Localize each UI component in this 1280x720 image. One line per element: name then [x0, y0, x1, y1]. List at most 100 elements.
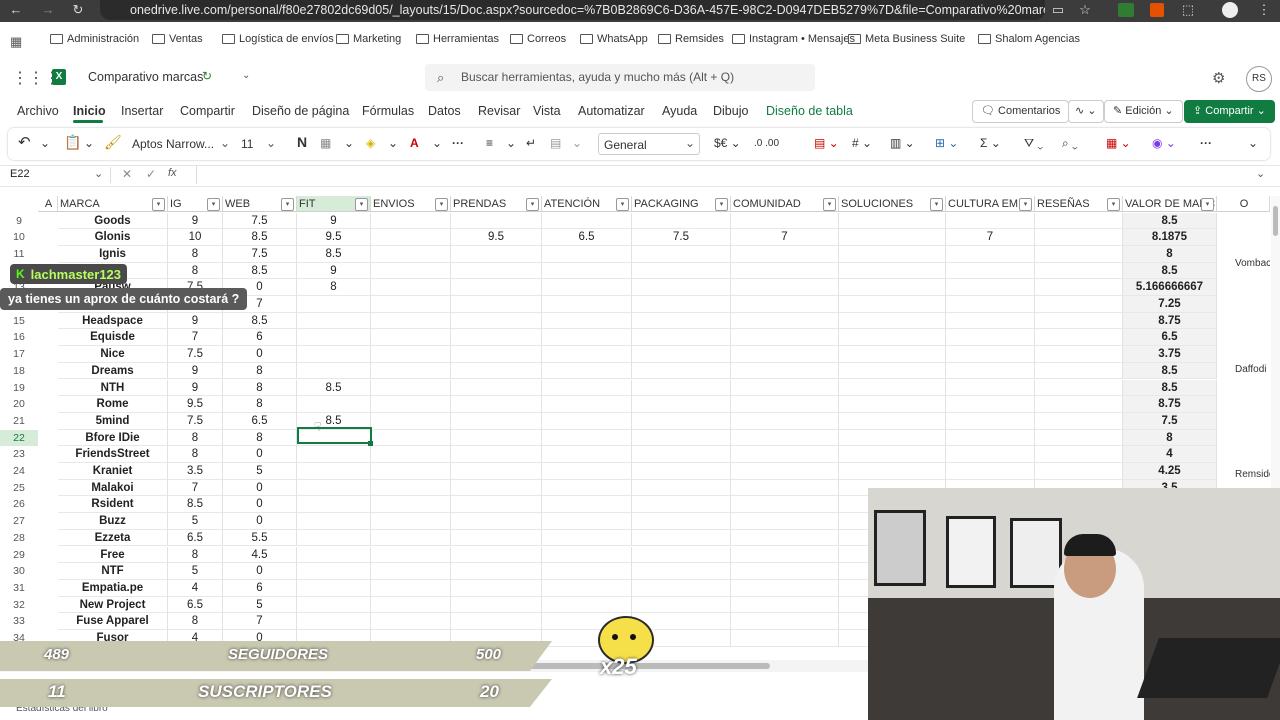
cell-prendas[interactable] — [451, 546, 542, 564]
cell-fit[interactable] — [297, 513, 371, 530]
cell-packaging[interactable] — [632, 362, 731, 380]
column-header-E[interactable]: FIT ▾ — [297, 196, 371, 212]
cell-ig[interactable]: 9 — [168, 212, 223, 230]
cell-envios[interactable] — [371, 613, 451, 630]
settings-gear-icon[interactable]: ⚙ — [1212, 69, 1225, 87]
cell-web[interactable]: 8 — [223, 429, 297, 447]
cell-fit[interactable] — [297, 529, 371, 547]
cell-web[interactable]: 8 — [223, 379, 297, 397]
row-number[interactable]: 29 — [0, 547, 38, 564]
cell-packaging[interactable] — [632, 296, 731, 313]
cell-ig[interactable]: 5 — [168, 513, 223, 530]
row-number[interactable]: 17 — [0, 346, 38, 363]
cell-resenas[interactable] — [1035, 379, 1123, 397]
star-icon[interactable]: ☆ — [1077, 2, 1093, 18]
cell-comunidad[interactable] — [731, 496, 839, 514]
add-ins-icon[interactable]: ▦ ⌄ — [1106, 136, 1131, 150]
decimal-icon[interactable]: .0 .00 — [754, 138, 779, 149]
cell-web[interactable]: 8 — [223, 362, 297, 380]
cell-resenas[interactable] — [1035, 312, 1123, 330]
cell-cultura[interactable] — [946, 346, 1035, 363]
extension-orange-icon[interactable] — [1150, 3, 1164, 17]
column-header-G[interactable]: PRENDAS ▾ — [451, 196, 542, 212]
cell-comunidad[interactable] — [731, 262, 839, 280]
column-header-O[interactable]: O — [1217, 196, 1270, 212]
cell-prendas[interactable] — [451, 245, 542, 263]
more-font-options-icon[interactable]: ··· — [452, 136, 464, 150]
cell-web[interactable]: 4.5 — [223, 546, 297, 564]
filter-dropdown-icon[interactable]: ▾ — [526, 198, 539, 211]
cell-atencion[interactable] — [542, 546, 632, 564]
row-number[interactable]: 16 — [0, 329, 38, 346]
name-box[interactable]: E22 ⌄ — [6, 167, 111, 183]
column-header-N[interactable]: VALOR DE MARC ▾ — [1123, 196, 1217, 212]
forward-icon[interactable]: → — [40, 2, 56, 17]
cell-resenas[interactable] — [1035, 229, 1123, 246]
cell-valor[interactable]: 7.25 — [1123, 296, 1217, 313]
cell-resenas[interactable] — [1035, 296, 1123, 313]
cell-marca[interactable]: Rsident — [58, 496, 168, 514]
conditional-format-icon[interactable]: ▤ ⌄ — [814, 136, 839, 150]
cell-ig[interactable]: 8 — [168, 546, 223, 564]
cell-prendas[interactable] — [451, 379, 542, 397]
cell-fit[interactable] — [297, 496, 371, 514]
cell-atencion[interactable] — [542, 245, 632, 263]
cell-cultura[interactable] — [946, 362, 1035, 380]
cell-marca[interactable]: Headspace — [58, 312, 168, 330]
cell-packaging[interactable] — [632, 279, 731, 296]
cell-web[interactable]: 7.5 — [223, 245, 297, 263]
copilot-icon[interactable]: ◉ ⌄ — [1152, 136, 1176, 150]
cell-marca[interactable]: Equisde — [58, 329, 168, 347]
cell-cultura[interactable] — [946, 446, 1035, 463]
cell-atencion[interactable] — [542, 212, 632, 230]
wrap-text-icon[interactable]: ↵ — [526, 136, 536, 150]
cell-valor[interactable]: 8.5 — [1123, 379, 1217, 397]
cell-soluciones[interactable] — [839, 362, 946, 380]
cell-atencion[interactable] — [542, 429, 632, 447]
cell-soluciones[interactable] — [839, 245, 946, 263]
menu-tab-4[interactable]: Diseño de página — [252, 104, 349, 118]
cell-cultura[interactable] — [946, 212, 1035, 230]
menu-tab-3[interactable]: Compartir — [180, 104, 235, 118]
filter-dropdown-icon[interactable]: ▾ — [715, 198, 728, 211]
cell-envios[interactable] — [371, 412, 451, 430]
back-icon[interactable]: ← — [8, 2, 24, 17]
bookmark-10[interactable]: Shalom Agencias — [978, 33, 1080, 45]
cell-envios[interactable] — [371, 262, 451, 280]
cell-marca[interactable]: Bfore IDie — [58, 429, 168, 447]
filter-dropdown-icon[interactable]: ▾ — [616, 198, 629, 211]
cell-ig[interactable]: 8 — [168, 245, 223, 263]
cell-atencion[interactable] — [542, 513, 632, 530]
cell-prendas[interactable] — [451, 613, 542, 630]
cell-cultura[interactable] — [946, 412, 1035, 430]
filter-dropdown-icon[interactable]: ▾ — [435, 198, 448, 211]
cell-comunidad[interactable] — [731, 396, 839, 413]
cell-soluciones[interactable] — [839, 429, 946, 447]
cell-prendas[interactable] — [451, 312, 542, 330]
cell-cultura[interactable] — [946, 245, 1035, 263]
cell-packaging[interactable] — [632, 346, 731, 363]
cell-packaging[interactable] — [632, 245, 731, 263]
row-number[interactable]: 10 — [0, 229, 38, 246]
cancel-formula-icon[interactable]: ✕ — [122, 167, 132, 181]
cell-ig[interactable]: 5 — [168, 563, 223, 580]
align-icon[interactable]: ≡ — [486, 136, 493, 150]
cell-comunidad[interactable] — [731, 563, 839, 580]
ribbon-collapse-icon[interactable]: ⌄ — [1248, 136, 1258, 150]
column-header-M[interactable]: RESEÑAS ▾ — [1035, 196, 1123, 212]
cell-valor[interactable]: 8 — [1123, 429, 1217, 447]
cell-comunidad[interactable] — [731, 596, 839, 614]
cell-ig[interactable]: 7.5 — [168, 346, 223, 363]
cell-atencion[interactable] — [542, 463, 632, 480]
cell-valor[interactable]: 3.75 — [1123, 346, 1217, 363]
cell-soluciones[interactable] — [839, 312, 946, 330]
cell-envios[interactable] — [371, 396, 451, 413]
row-number[interactable]: 21 — [0, 413, 38, 430]
row-number[interactable]: 19 — [0, 380, 38, 397]
cell-prendas[interactable]: 9.5 — [451, 229, 542, 246]
bookmark-3[interactable]: Marketing — [336, 33, 401, 45]
cell-marca[interactable]: FriendsStreet — [58, 446, 168, 463]
cell-comunidad[interactable] — [731, 379, 839, 397]
row-number[interactable]: 26 — [0, 496, 38, 513]
cell-marca[interactable]: NTH — [58, 379, 168, 397]
